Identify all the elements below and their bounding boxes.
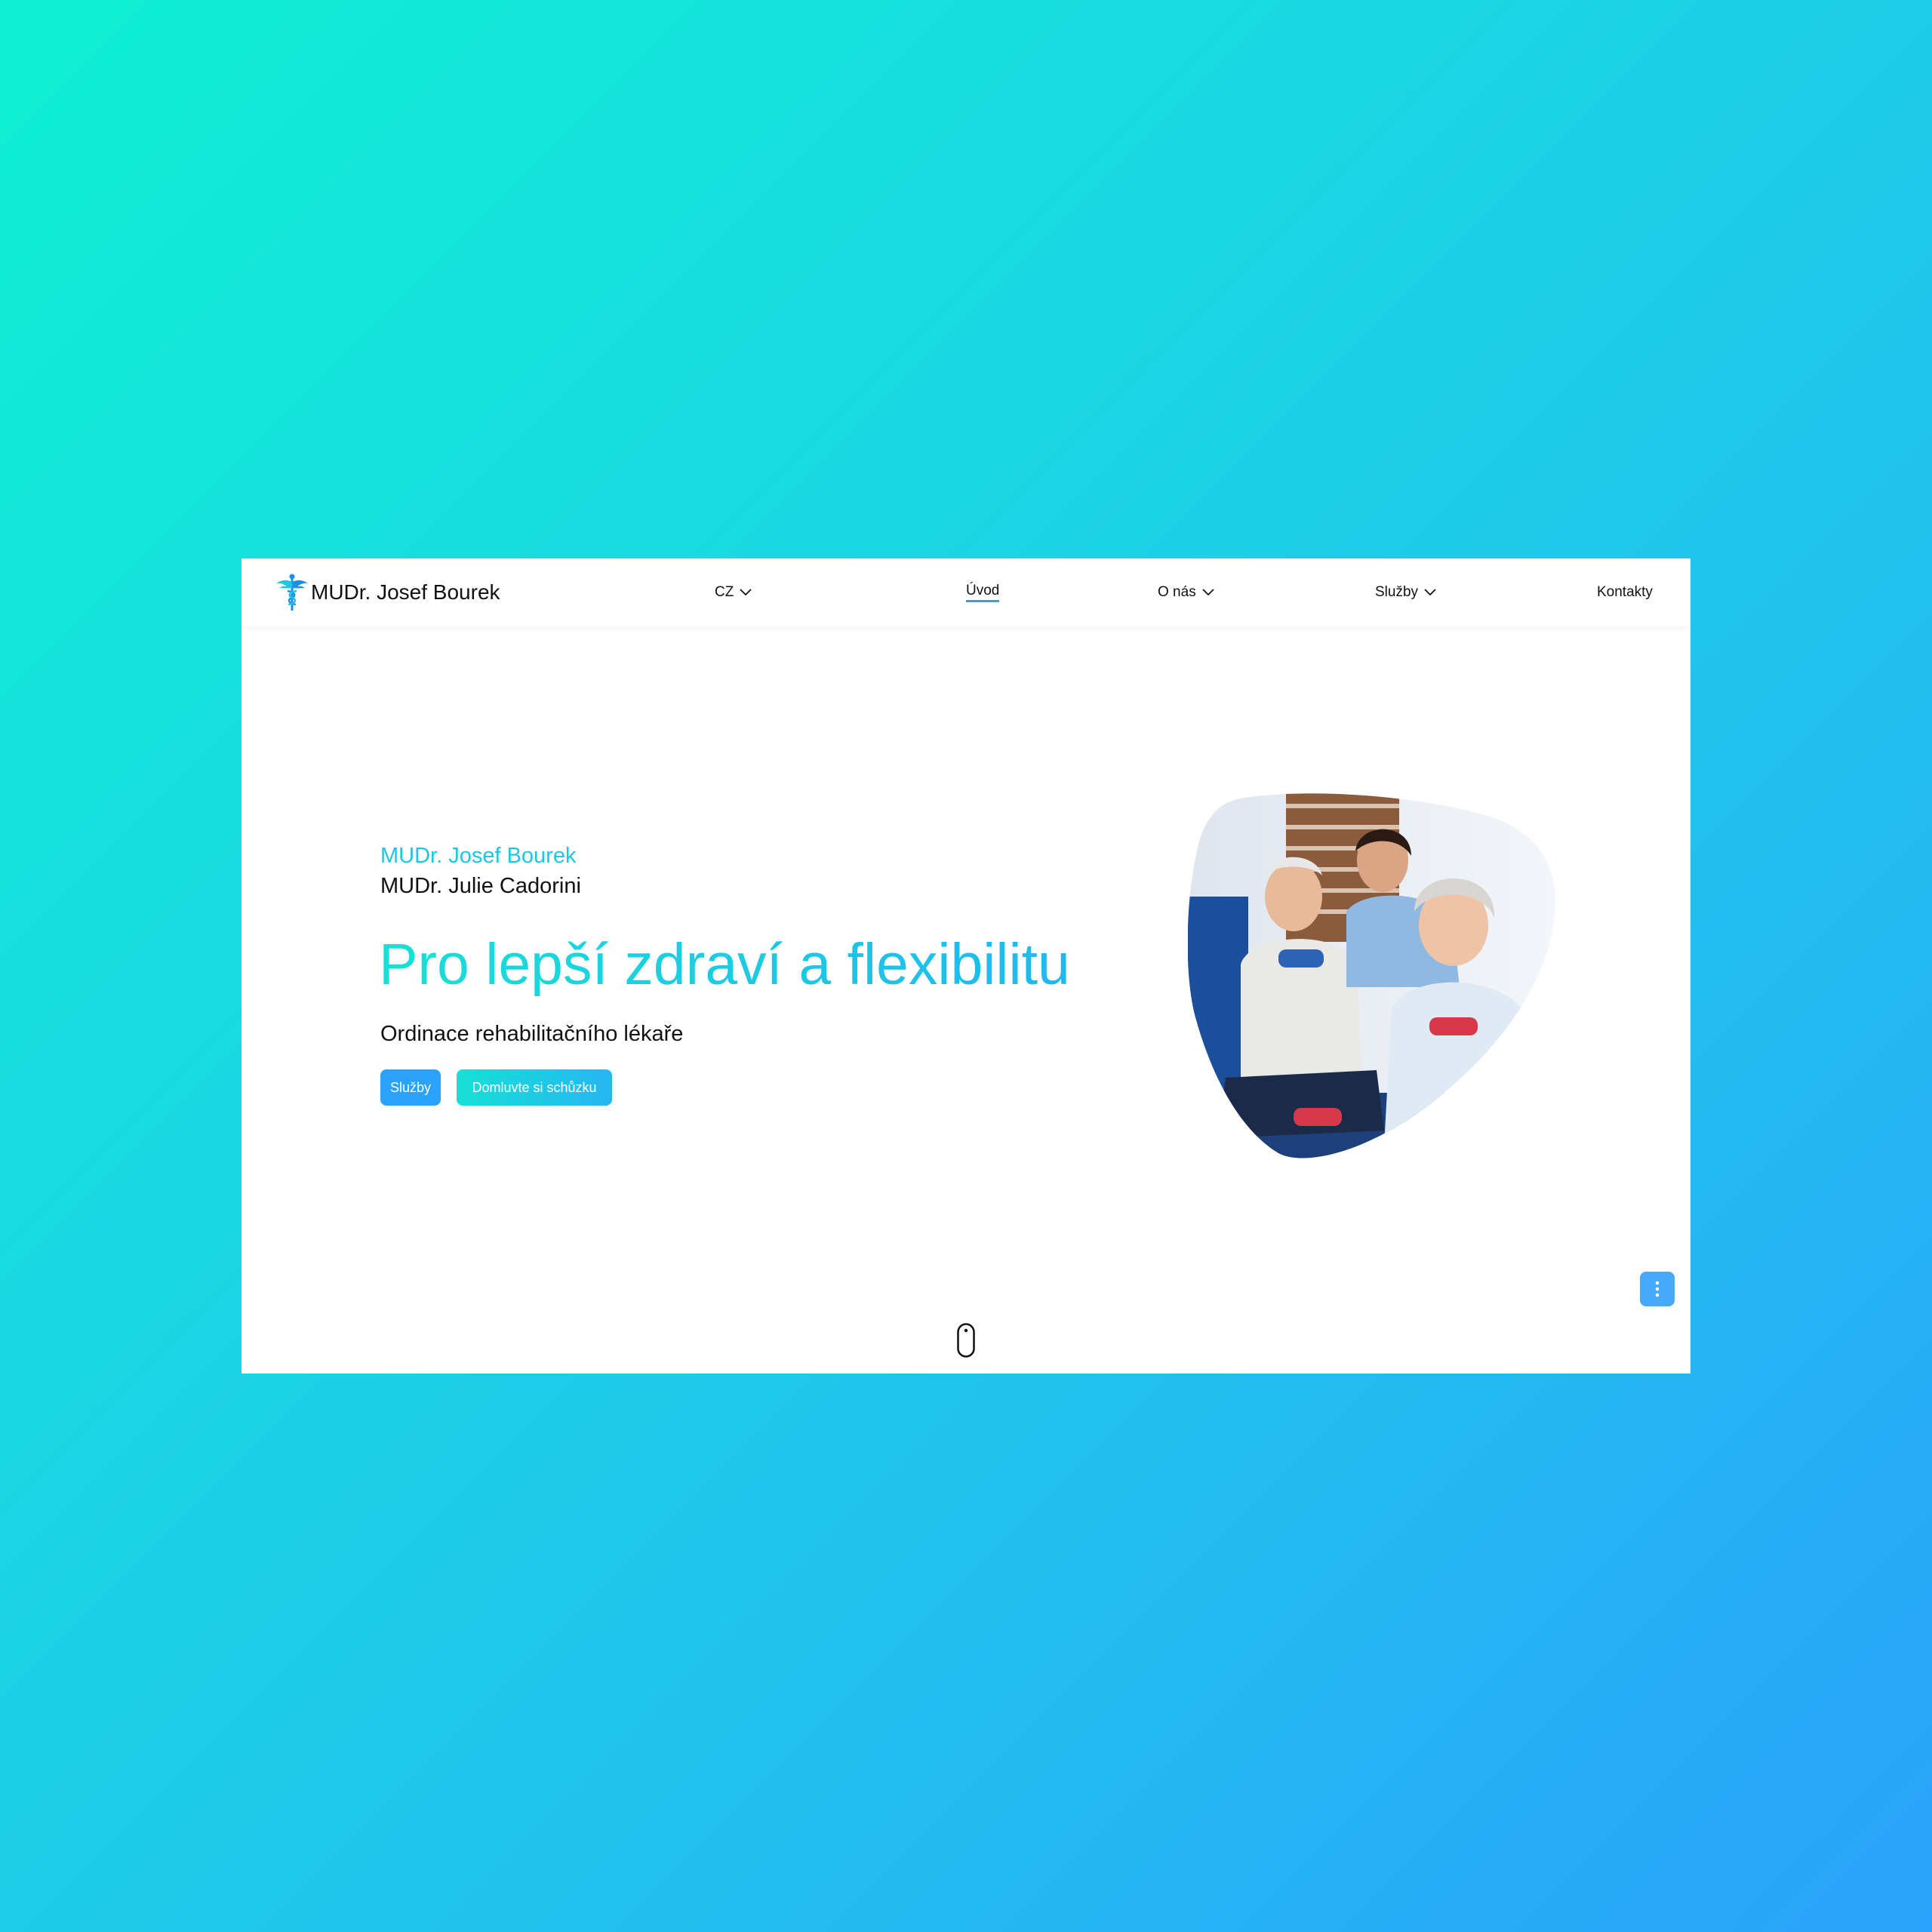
- nav-item-uvod[interactable]: Úvod: [966, 580, 1000, 605]
- brand-logo[interactable]: MUDr. Josef Bourek: [275, 573, 500, 612]
- chevron-down-icon: [1424, 589, 1436, 596]
- hero-doctor-primary: MUDr. Josef Bourek: [380, 844, 577, 868]
- nav-item-kontakty[interactable]: Kontakty: [1597, 580, 1653, 605]
- language-selector[interactable]: CZ: [715, 580, 752, 605]
- language-label: CZ: [715, 584, 734, 600]
- more-vertical-icon: [1655, 1281, 1660, 1297]
- appointment-button[interactable]: Domluvte si schůzku: [457, 1069, 612, 1106]
- caduceus-icon: [276, 574, 308, 611]
- nav-item-o-nas-label: O nás: [1158, 584, 1196, 600]
- chevron-down-icon: [1202, 589, 1214, 596]
- nav-item-o-nas[interactable]: O nás: [1158, 580, 1214, 605]
- nav-item-sluzby[interactable]: Služby: [1375, 580, 1436, 605]
- more-options-button[interactable]: [1640, 1272, 1675, 1306]
- nav-item-uvod-label: Úvod: [966, 583, 1000, 602]
- nav-item-sluzby-label: Služby: [1375, 584, 1419, 600]
- mouse-scroll-icon[interactable]: [957, 1323, 975, 1358]
- hero-doctor-secondary: MUDr. Julie Cadorini: [380, 874, 581, 898]
- hero-title: Pro lepší zdraví a flexibilitu: [379, 927, 1070, 1002]
- nav-item-kontakty-label: Kontakty: [1597, 584, 1653, 600]
- browser-window: MUDr. Josef Bourek CZ Úvod O nás Služby …: [242, 558, 1690, 1374]
- top-navigation: MUDr. Josef Bourek CZ Úvod O nás Služby …: [242, 558, 1690, 626]
- chevron-down-icon: [740, 589, 752, 596]
- hero-photo: [1188, 793, 1555, 1158]
- services-button[interactable]: Služby: [380, 1069, 441, 1106]
- hero-subtitle: Ordinace rehabilitačního lékaře: [380, 1022, 684, 1046]
- brand-name: MUDr. Josef Bourek: [311, 580, 500, 604]
